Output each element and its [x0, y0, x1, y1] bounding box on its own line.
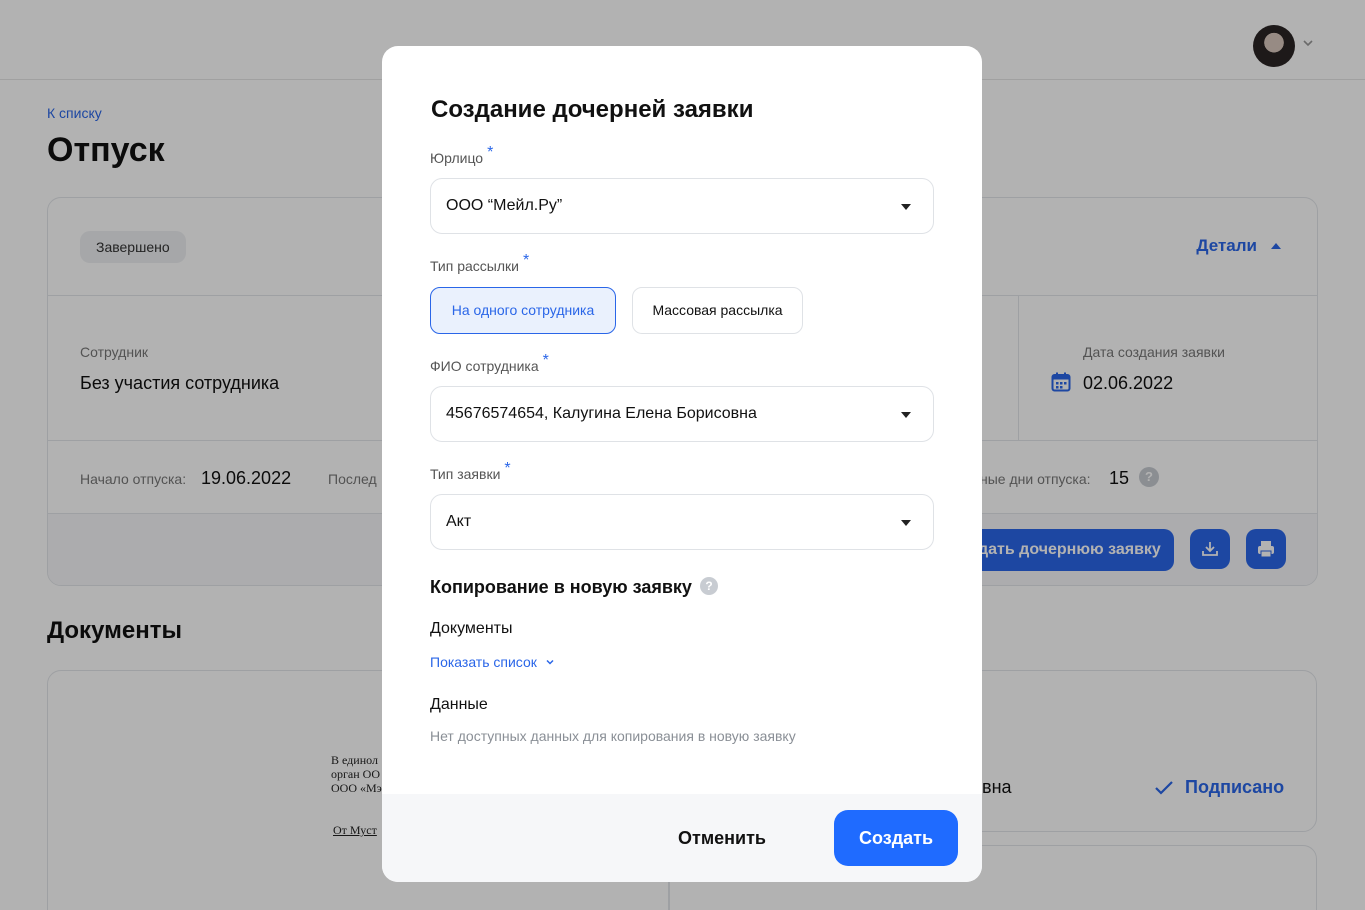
mailing-type-label: Тип рассылки * [430, 252, 530, 274]
caret-down-icon [901, 204, 911, 210]
employee-select[interactable]: 45676574654, Калугина Елена Борисовна [430, 386, 934, 442]
request-type-label: Тип заявки * [430, 460, 511, 482]
help-icon[interactable]: ? [700, 577, 718, 595]
required-mark: * [487, 144, 494, 161]
legal-entity-select[interactable]: ООО “Мейл.Ру” [430, 178, 934, 234]
show-list-link[interactable]: Показать список [430, 654, 555, 670]
caret-down-icon [901, 520, 911, 526]
request-type-value: Акт [446, 513, 472, 530]
chevron-down-icon [546, 659, 554, 665]
required-mark: * [504, 460, 511, 477]
dialog-title: Создание дочерней заявки [431, 96, 754, 123]
legal-entity-label: Юрлицо * [430, 144, 494, 166]
create-child-request-dialog: Создание дочерней заявки Юрлицо * ООО “Ме… [382, 46, 982, 882]
cancel-button[interactable]: Отменить [678, 828, 766, 849]
legal-entity-value: ООО “Мейл.Ру” [446, 197, 563, 214]
create-button[interactable]: Создать [834, 810, 958, 866]
show-list-label: Показать список [430, 654, 537, 670]
mailing-type-single[interactable]: На одного сотрудника [430, 287, 616, 334]
data-subtitle: Данные [430, 696, 488, 713]
mailing-type-mass[interactable]: Массовая рассылка [632, 287, 803, 334]
required-mark: * [542, 352, 549, 369]
employee-name-label: ФИО сотрудника * [430, 352, 549, 374]
required-mark: * [522, 252, 530, 269]
request-type-select[interactable]: Акт [430, 494, 934, 550]
copy-section-title: Копирование в новую заявку [430, 577, 692, 597]
no-data-text: Нет доступных данных для копирования в н… [430, 728, 796, 744]
employee-select-value: 45676574654, Калугина Елена Борисовна [446, 405, 757, 422]
caret-down-icon [901, 412, 911, 418]
documents-subtitle: Документы [430, 620, 513, 637]
